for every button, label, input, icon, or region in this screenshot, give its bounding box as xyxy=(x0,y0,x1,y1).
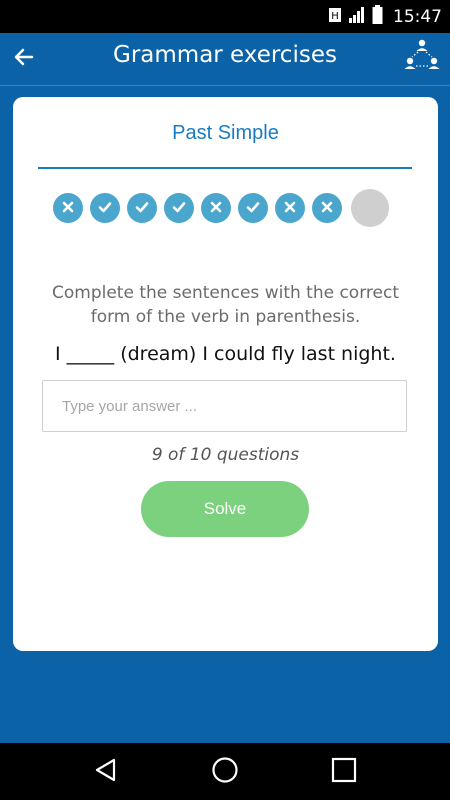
progress-dot-correct xyxy=(90,193,120,223)
progress-dot-pending xyxy=(351,189,389,227)
nav-back-icon xyxy=(93,757,119,787)
exercise-card: Past Simple Complete the sentences with … xyxy=(13,97,438,651)
home-circle-icon xyxy=(211,756,239,788)
cross-icon xyxy=(61,199,75,218)
cross-icon xyxy=(320,199,334,218)
status-bar: H 15:47 xyxy=(0,0,450,33)
progress-dot-wrong xyxy=(312,193,342,223)
battery-icon xyxy=(372,4,383,29)
progress-dot-correct xyxy=(127,193,157,223)
signal-icon xyxy=(348,6,366,28)
cross-icon xyxy=(209,199,223,218)
progress-dot-wrong xyxy=(53,193,83,223)
toolbar-divider xyxy=(0,85,450,86)
svg-text:H: H xyxy=(331,11,339,22)
people-button[interactable] xyxy=(402,38,442,78)
cross-icon xyxy=(283,199,297,218)
recents-square-icon xyxy=(331,757,357,787)
title-divider xyxy=(38,167,412,169)
status-icons: H 15:47 xyxy=(328,0,442,33)
nav-recents-button[interactable] xyxy=(329,757,359,787)
nav-home-button[interactable] xyxy=(210,757,240,787)
exercise-title: Past Simple xyxy=(172,122,279,144)
app-title: Grammar exercises xyxy=(113,42,337,68)
check-icon xyxy=(245,199,261,218)
question-sentence: I _____ (dream) I could fly last night. xyxy=(55,343,396,365)
nav-back-button[interactable] xyxy=(91,757,121,787)
solve-button[interactable]: Solve xyxy=(141,481,309,537)
progress-dot-wrong xyxy=(201,193,231,223)
progress-dot-wrong xyxy=(275,193,305,223)
answer-input[interactable] xyxy=(42,380,407,432)
progress-dots xyxy=(53,189,389,227)
app-toolbar: Grammar exercises xyxy=(0,33,450,85)
network-type-icon: H xyxy=(328,5,342,29)
progress-dot-correct xyxy=(164,193,194,223)
instruction-text: Complete the sentences with the correct … xyxy=(52,283,399,327)
check-icon xyxy=(97,199,113,218)
check-icon xyxy=(171,199,187,218)
navigation-bar xyxy=(0,743,450,800)
status-time: 15:47 xyxy=(393,6,442,27)
people-network-icon xyxy=(404,38,440,78)
check-icon xyxy=(134,199,150,218)
progress-dot-correct xyxy=(238,193,268,223)
question-counter: 9 of 10 questions xyxy=(151,445,300,465)
